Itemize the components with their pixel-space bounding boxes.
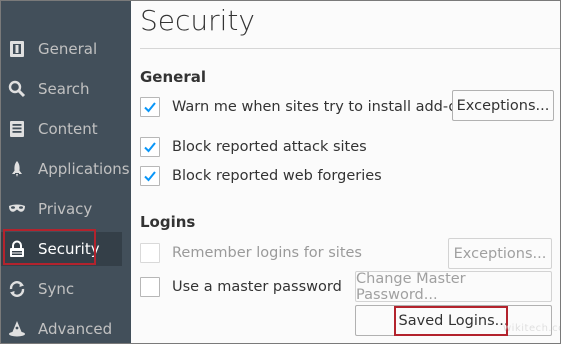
general-heading: General	[140, 68, 206, 86]
applications-icon	[8, 160, 26, 178]
sidebar-item-label: Content	[38, 120, 98, 138]
sidebar-item-sync[interactable]: Sync	[1, 272, 122, 306]
block-attack-label: Block reported attack sites	[172, 139, 367, 155]
remember-logins-row[interactable]: Remember logins for sites	[140, 242, 362, 264]
sidebar-item-content[interactable]: Content	[1, 112, 122, 146]
block-forgeries-label: Block reported web forgeries	[172, 168, 382, 184]
sync-icon	[8, 280, 26, 298]
logins-heading: Logins	[140, 213, 196, 231]
page-title: Security	[140, 4, 255, 37]
search-icon	[8, 80, 26, 98]
change-master-password-button[interactable]: Change Master Password...	[355, 271, 552, 303]
privacy-mask-icon	[8, 200, 26, 218]
sidebar-item-label: Applications	[38, 160, 130, 178]
preferences-window: General Search Content Applications Priv…	[0, 0, 561, 344]
sidebar: General Search Content Applications Priv…	[1, 1, 131, 343]
saved-logins-highlight-box	[394, 306, 508, 336]
general-icon	[8, 40, 26, 58]
sidebar-item-applications[interactable]: Applications	[1, 152, 130, 186]
sidebar-item-general[interactable]: General	[1, 32, 122, 66]
checkmark-icon	[144, 102, 156, 113]
block-attack-row[interactable]: Block reported attack sites	[140, 136, 367, 158]
warn-addons-checkbox[interactable]	[140, 97, 160, 117]
title-divider	[140, 48, 560, 49]
master-password-checkbox[interactable]	[140, 277, 160, 297]
checkmark-icon	[144, 142, 156, 153]
sidebar-item-advanced[interactable]: Advanced	[1, 312, 122, 343]
sidebar-item-privacy[interactable]: Privacy	[1, 192, 122, 226]
sidebar-item-label: Search	[38, 80, 90, 98]
logins-exceptions-button[interactable]: Exceptions...	[448, 238, 552, 269]
sidebar-item-label: General	[38, 40, 98, 58]
warn-addons-row[interactable]: Warn me when sites try to install add-on…	[140, 96, 474, 118]
master-password-row[interactable]: Use a master password	[140, 276, 342, 298]
sidebar-item-label: Sync	[38, 280, 75, 298]
block-attack-checkbox[interactable]	[140, 137, 160, 157]
block-forgeries-checkbox[interactable]	[140, 166, 160, 186]
sidebar-item-search[interactable]: Search	[1, 72, 122, 106]
addons-exceptions-button[interactable]: Exceptions...	[452, 90, 554, 121]
sidebar-item-label: Privacy	[38, 200, 93, 218]
master-password-label: Use a master password	[172, 279, 342, 295]
block-forgeries-row[interactable]: Block reported web forgeries	[140, 165, 382, 187]
advanced-hat-icon	[8, 320, 26, 338]
watermark-text: wikitech.com	[503, 323, 560, 334]
checkmark-icon	[144, 171, 156, 182]
remember-logins-label: Remember logins for sites	[172, 245, 362, 261]
security-highlight-box	[3, 229, 96, 265]
remember-logins-checkbox[interactable]	[140, 243, 160, 263]
warn-addons-label: Warn me when sites try to install add-on…	[172, 99, 475, 115]
main-content: Security General Warn me when sites try …	[131, 1, 560, 343]
sidebar-item-label: Advanced	[38, 320, 113, 338]
content-icon	[8, 120, 26, 138]
